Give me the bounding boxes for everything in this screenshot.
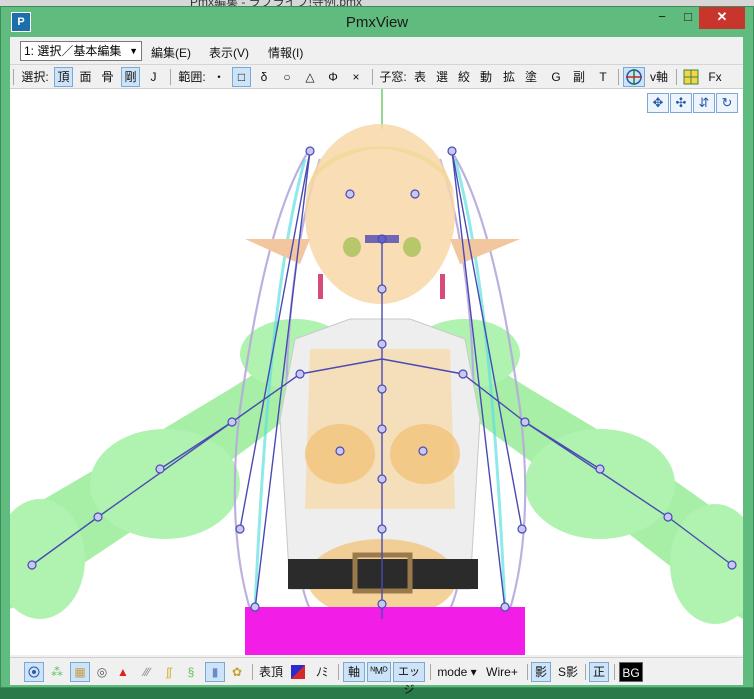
child-move-button[interactable]: 動: [477, 67, 495, 87]
chevron-down-icon: ▼: [129, 46, 138, 56]
bone-display-toggle[interactable]: ◎: [93, 662, 111, 682]
crosshair-icon: [626, 69, 642, 85]
statusbar-separator: [527, 664, 528, 680]
statusbar-separator: [430, 664, 431, 680]
texture-display-toggle[interactable]: ✿: [228, 662, 246, 682]
normal-toggle[interactable]: ﾉﾐ: [312, 662, 332, 682]
menu-view[interactable]: 表示(V): [209, 44, 249, 61]
range-label: 範囲:: [178, 70, 206, 84]
self-shadow-toggle[interactable]: S影: [555, 662, 581, 682]
belt: [288, 559, 478, 589]
select-joint-toggle[interactable]: J: [144, 67, 163, 87]
fx-button[interactable]: Fx: [705, 67, 725, 87]
client-area: 1: 選択／基本編集 ▼ 編集(E) 表示(V) 情報(I) 選択: 頂 面 骨…: [10, 37, 743, 696]
pan-arrows-icon[interactable]: ✣: [670, 93, 692, 113]
close-button[interactable]: ✕: [699, 7, 745, 29]
rotate-icon[interactable]: ↻: [716, 93, 738, 113]
physics-display-toggle[interactable]: §: [182, 662, 200, 682]
mode-dropdown-button[interactable]: mode ▾: [434, 662, 480, 682]
wire-plus-toggle[interactable]: Wire+: [482, 662, 522, 682]
left-ear: [245, 239, 310, 264]
model-render: [10, 89, 743, 655]
child-scale-button[interactable]: 拡: [500, 67, 518, 87]
vertex-display-toggle[interactable]: [24, 662, 44, 682]
wire-display-toggle[interactable]: ⁂: [47, 662, 67, 682]
head: [305, 124, 455, 304]
zoom-icon[interactable]: ⇵: [693, 93, 715, 113]
child-paint-button[interactable]: 塗: [522, 67, 540, 87]
mesh-display-toggle[interactable]: ▦: [70, 662, 90, 682]
grid-icon: [683, 69, 699, 85]
right-earring: [440, 274, 445, 299]
range-clear-tool[interactable]: ×: [347, 67, 365, 87]
toolbar-separator: [170, 69, 171, 85]
statusbar-separator: [252, 664, 253, 680]
menu-edit[interactable]: 編集(E): [151, 44, 191, 61]
select-rigid-toggle[interactable]: 剛: [121, 67, 140, 87]
shadow-toggle[interactable]: 影: [531, 662, 551, 682]
select-vertex-toggle[interactable]: 頂: [54, 67, 73, 87]
axis-display-toggle[interactable]: 軸: [343, 662, 365, 682]
nmd-toggle[interactable]: ᴺMᴰ: [367, 662, 391, 682]
toolbar: 選択: 頂 面 骨 剛 J 範囲: ・ □ δ ○ △ Φ × 子窓: 表 選 …: [10, 65, 743, 89]
toolbar-separator: [372, 69, 373, 85]
range-triangle-tool[interactable]: △: [301, 67, 319, 87]
orthographic-toggle[interactable]: 正: [589, 662, 609, 682]
left-earring: [318, 274, 323, 299]
child-t-button[interactable]: T: [594, 67, 612, 87]
right-ear: [450, 239, 520, 264]
head-bone-marker: [365, 235, 399, 243]
axis-toggle[interactable]: [623, 67, 645, 87]
minimize-button[interactable]: −: [649, 7, 675, 29]
select-label: 選択:: [21, 70, 49, 84]
right-eye: [403, 237, 421, 257]
toolbar-separator: [676, 69, 677, 85]
mode-dropdown-value: 1: 選択／基本編集: [24, 44, 122, 58]
left-eye: [343, 237, 361, 257]
vertex-dot-icon: [28, 666, 40, 678]
rigid-display-toggle[interactable]: ▲: [114, 662, 132, 682]
child-window-label: 子窓:: [379, 70, 407, 84]
bottom-toolbar: ⁂ ▦ ◎ ▲ ∕∕∕ ʃʃ § ▮ ✿ 表頂 ﾉﾐ 軸 ᴺMᴰ エッジ mod…: [10, 657, 743, 696]
joint-display-toggle[interactable]: ∕∕∕: [137, 662, 157, 682]
menu-bar: 1: 選択／基本編集 ▼ 編集(E) 表示(V) 情報(I): [10, 37, 743, 65]
edge-toggle[interactable]: エッジ: [393, 662, 425, 696]
3d-viewport[interactable]: ✥ ✣ ⇵ ↻: [10, 89, 743, 655]
morph-display-toggle[interactable]: ʃʃ: [160, 662, 178, 682]
mode-dropdown[interactable]: 1: 選択／基本編集 ▼: [20, 41, 142, 61]
color-swatch-icon: [291, 665, 305, 679]
ik-display-toggle[interactable]: ▮: [205, 662, 225, 682]
range-delta-tool[interactable]: δ: [255, 67, 273, 87]
select-bone-toggle[interactable]: 骨: [98, 67, 117, 87]
range-rect-tool[interactable]: □: [232, 67, 251, 87]
surface-vertex-toggle[interactable]: 表頂: [257, 662, 285, 682]
select-face-toggle[interactable]: 面: [76, 67, 95, 87]
v-axis-button[interactable]: v軸: [647, 67, 671, 87]
child-g-button[interactable]: G: [547, 67, 565, 87]
menu-info[interactable]: 情報(I): [268, 44, 303, 61]
toolbar-separator: [618, 69, 619, 85]
statusbar-separator: [614, 664, 615, 680]
child-select-button[interactable]: 選: [433, 67, 451, 87]
pmxview-window: P PmxView − □ ✕ 1: 選択／基本編集 ▼ 編集(E) 表示(V)…: [0, 6, 754, 696]
color-swatch[interactable]: [289, 662, 307, 682]
window-title: PmxView: [345, 14, 409, 31]
range-phi-tool[interactable]: Φ: [324, 67, 342, 87]
grid-toggle[interactable]: [681, 67, 701, 87]
toolbar-grip: [13, 69, 14, 85]
statusbar-separator: [585, 664, 586, 680]
title-bar[interactable]: P PmxView − □ ✕: [1, 7, 753, 37]
range-point-tool[interactable]: ・: [210, 67, 228, 87]
child-sub-button[interactable]: 副: [570, 67, 588, 87]
range-circle-tool[interactable]: ○: [278, 67, 296, 87]
skirt: [245, 607, 525, 655]
move-arrows-icon[interactable]: ✥: [647, 93, 669, 113]
background-color-button[interactable]: BG: [619, 662, 643, 682]
statusbar-separator: [338, 664, 339, 680]
maximize-button[interactable]: □: [675, 7, 701, 29]
child-filter-button[interactable]: 絞: [455, 67, 473, 87]
child-table-button[interactable]: 表: [411, 67, 429, 87]
